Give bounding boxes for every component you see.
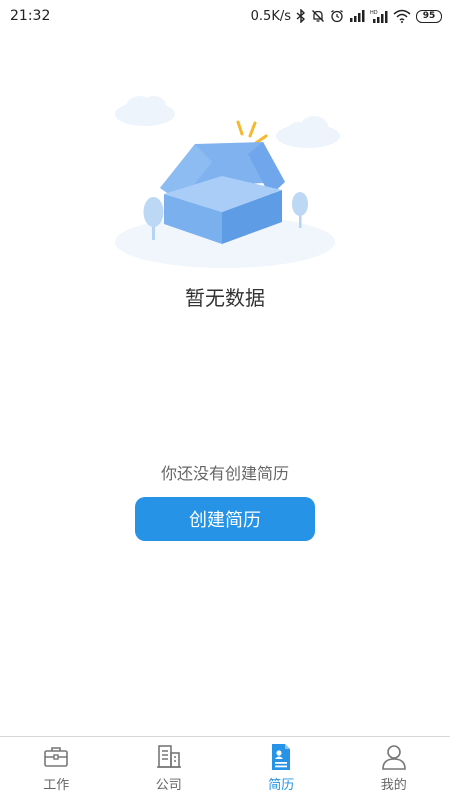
screen: 21:32 0.5K/s HD 95 暂无数据 你还没有创建简历 创建简历 工作…: [0, 0, 450, 800]
person-icon: [380, 743, 408, 771]
tab-resume[interactable]: 简历: [225, 737, 338, 800]
battery-indicator: 95: [416, 9, 442, 23]
tab-work[interactable]: 工作: [0, 737, 113, 800]
building-icon: [155, 743, 183, 771]
status-indicators: 0.5K/s HD 95: [251, 9, 442, 24]
status-time: 21:32: [10, 8, 51, 24]
empty-state-title: 暂无数据: [185, 286, 265, 310]
bluetooth-icon: [296, 9, 306, 23]
tab-company-label: 公司: [155, 778, 182, 793]
mute-bell-icon: [311, 9, 325, 23]
tab-company[interactable]: 公司: [113, 737, 226, 800]
tab-mine-label: 我的: [380, 778, 407, 793]
resume-icon: [267, 743, 295, 771]
alarm-icon: [330, 9, 344, 23]
empty-box-icon: [100, 92, 350, 272]
hd-signal-icon: HD: [370, 9, 388, 23]
net-speed: 0.5K/s: [250, 8, 291, 24]
wifi-icon: [393, 9, 411, 23]
no-resume-hint: 你还没有创建简历: [160, 464, 289, 483]
signal-icon: [349, 10, 365, 22]
tab-resume-label: 简历: [268, 778, 295, 793]
bottom-nav: 工作 公司 简历 我的: [0, 736, 450, 800]
tab-work-label: 工作: [43, 778, 70, 793]
svg-text:HD: HD: [370, 10, 378, 16]
briefcase-icon: [42, 743, 70, 771]
create-resume-button[interactable]: 创建简历: [135, 497, 315, 541]
status-bar: 21:32 0.5K/s HD 95: [0, 0, 450, 32]
tab-mine[interactable]: 我的: [338, 737, 450, 800]
